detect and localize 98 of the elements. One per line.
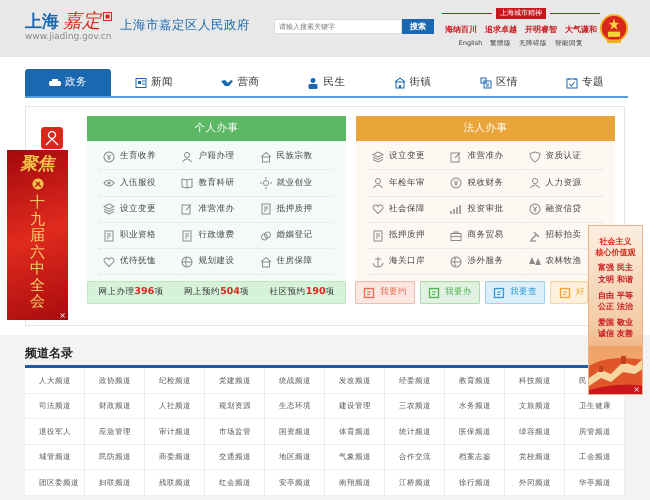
service-link[interactable]: 设立变更 bbox=[103, 202, 156, 216]
stat-text: 网上办理396项 bbox=[98, 285, 164, 300]
service-link[interactable]: 行政缴费 bbox=[181, 229, 234, 242]
service-link[interactable]: 设立变更 bbox=[372, 150, 425, 164]
close-button[interactable]: × bbox=[633, 386, 640, 394]
search-button[interactable]: 搜索 bbox=[402, 19, 434, 34]
service-link[interactable]: 年检年审 bbox=[372, 176, 425, 190]
service-link[interactable]: 住房保障 bbox=[260, 255, 313, 268]
service-link[interactable]: 入伍服役 bbox=[103, 176, 156, 190]
person-icon bbox=[181, 150, 194, 163]
logo-text: 上海 bbox=[25, 14, 59, 32]
service-link[interactable]: 就业创业 bbox=[260, 176, 313, 190]
heart-icon bbox=[372, 203, 384, 216]
ad-title: 社会主义 bbox=[598, 236, 632, 248]
document-icon bbox=[260, 203, 272, 216]
ad-text: 十九届六中全会 bbox=[30, 194, 45, 310]
document-icon bbox=[493, 286, 505, 298]
document-icon bbox=[372, 230, 384, 242]
ad-text: 公正 法治 bbox=[597, 301, 634, 313]
book-icon bbox=[181, 176, 194, 189]
calendar-icon bbox=[566, 76, 578, 88]
coin-icon bbox=[528, 203, 541, 216]
person-icon bbox=[307, 76, 320, 88]
close-button[interactable]: × bbox=[59, 312, 66, 320]
ad-text: 自由 平等 bbox=[597, 290, 634, 302]
ad-text: 爱国 敬业 bbox=[597, 316, 634, 328]
house-icon bbox=[260, 150, 272, 163]
service-link[interactable]: 融资信贷 bbox=[528, 202, 582, 216]
map-icon bbox=[480, 76, 492, 88]
seal-icon bbox=[103, 12, 112, 22]
service-link[interactable]: 税收财务 bbox=[450, 176, 504, 190]
slogan-text: 开明睿智 bbox=[525, 23, 557, 36]
document-icon bbox=[103, 230, 115, 242]
chart-icon bbox=[450, 203, 462, 216]
document-icon bbox=[363, 286, 375, 298]
edit-icon bbox=[450, 150, 462, 163]
service-link[interactable]: 商务贸易 bbox=[450, 229, 504, 242]
document-icon bbox=[559, 286, 571, 298]
service-link[interactable]: 准营准办 bbox=[181, 202, 234, 216]
service-link[interactable]: 社会保障 bbox=[372, 202, 425, 216]
site-title: 上海市嘉定区人民政府 bbox=[120, 18, 250, 32]
eye-icon bbox=[103, 176, 115, 189]
person-icon bbox=[372, 176, 384, 189]
ad-text: 富强 民主 bbox=[597, 262, 634, 274]
panel-header: 个人办事 bbox=[87, 116, 346, 141]
service-link[interactable]: 投资审批 bbox=[450, 202, 504, 216]
service-link[interactable]: 资质认证 bbox=[528, 150, 582, 164]
service-link[interactable]: 户籍办理 bbox=[181, 150, 234, 164]
globe-icon bbox=[450, 256, 462, 268]
coin-icon bbox=[450, 176, 462, 189]
house-icon bbox=[260, 256, 272, 268]
service-link[interactable]: 生育收养 bbox=[103, 150, 156, 164]
service-link[interactable]: 抵押质押 bbox=[260, 202, 313, 216]
stat-text: 社区预约190项 bbox=[270, 285, 335, 300]
layers-icon bbox=[103, 203, 115, 216]
briefcase-icon bbox=[450, 230, 462, 242]
service-link[interactable]: 教育科研 bbox=[181, 176, 234, 190]
ad-text: 诚信 友善 bbox=[596, 328, 634, 340]
person-icon bbox=[528, 176, 541, 189]
section-title: 频道名录 bbox=[25, 347, 74, 359]
heart-icon bbox=[103, 256, 115, 268]
site-url: www.jiading.gov.cn bbox=[25, 31, 112, 44]
ad-title: 核心价值观 bbox=[594, 247, 636, 258]
panel-header: 法人办事 bbox=[356, 116, 615, 141]
slogan-text: 大气谦和 bbox=[565, 23, 597, 36]
service-link[interactable]: 准营准办 bbox=[450, 150, 504, 164]
gavel-icon bbox=[528, 230, 541, 242]
logo-calligraphy: 嘉定 bbox=[63, 12, 101, 32]
slogan-text: 海纳百川 bbox=[445, 23, 477, 36]
sun-icon bbox=[260, 176, 272, 189]
document-icon bbox=[428, 286, 440, 298]
service-link[interactable]: 人力资源 bbox=[528, 176, 582, 190]
service-link[interactable]: 农林牧渔 bbox=[528, 255, 582, 268]
anchor-icon bbox=[372, 256, 384, 268]
nav-tab[interactable]: 政务 bbox=[25, 69, 112, 96]
ad-heading: 聚焦 bbox=[20, 156, 54, 173]
rings-icon bbox=[260, 230, 272, 242]
service-link[interactable]: 抵押质押 bbox=[372, 229, 425, 242]
logo-icon bbox=[41, 127, 63, 149]
service-link[interactable]: 招标拍卖 bbox=[528, 229, 582, 242]
service-link[interactable]: 婚姻登记 bbox=[260, 229, 313, 242]
globe-icon bbox=[181, 256, 194, 268]
building-icon bbox=[394, 76, 406, 88]
service-link[interactable]: 民族宗教 bbox=[260, 150, 313, 164]
stat-text: 网上预约504项 bbox=[184, 285, 249, 300]
service-link[interactable]: 职业资格 bbox=[103, 229, 156, 242]
ad-text: 文明 和谐 bbox=[597, 274, 634, 286]
newspaper-icon bbox=[135, 76, 148, 88]
layers-icon bbox=[372, 150, 384, 163]
service-link[interactable]: 海关口岸 bbox=[372, 255, 425, 268]
coin-icon bbox=[103, 150, 115, 163]
shield-icon bbox=[528, 150, 541, 163]
service-link[interactable]: 规划建设 bbox=[181, 255, 234, 268]
document-icon bbox=[181, 230, 194, 242]
slogan-text: 追求卓越 bbox=[485, 23, 517, 36]
service-link[interactable]: 涉外服务 bbox=[450, 255, 504, 268]
service-link[interactable]: 优待抚恤 bbox=[103, 255, 156, 268]
edit-icon bbox=[181, 203, 194, 216]
